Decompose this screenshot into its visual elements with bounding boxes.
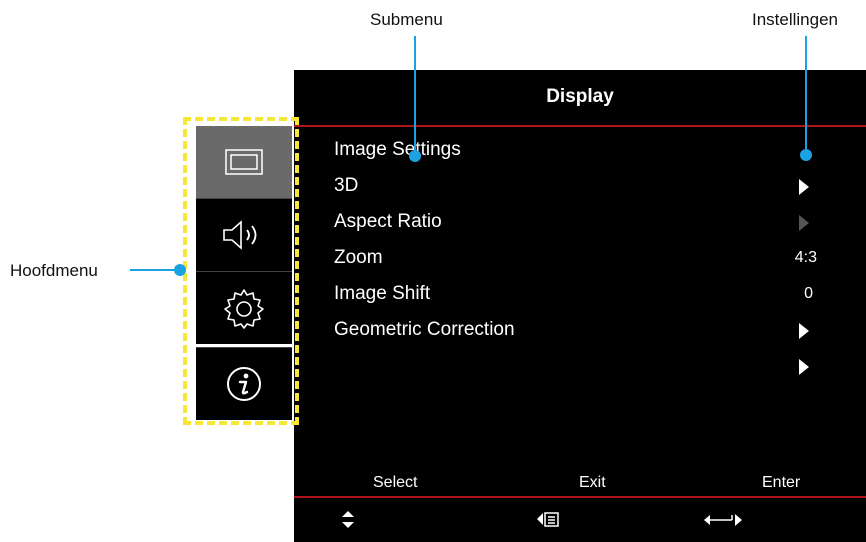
title-divider bbox=[294, 125, 866, 127]
menu-item-zoom[interactable]: Zoom 4:3 bbox=[334, 243, 859, 273]
submenu-arrow-icon bbox=[799, 179, 809, 195]
submenu-connector-dot bbox=[409, 150, 421, 162]
footer-select-label: Select bbox=[373, 474, 418, 491]
menu-item-empty bbox=[334, 351, 859, 381]
main-menu-highlight bbox=[183, 117, 299, 425]
menu-item-label: Image Shift bbox=[334, 283, 431, 304]
submenu-arrow-icon bbox=[799, 215, 809, 231]
menu-item-value: 0 bbox=[804, 285, 813, 302]
instellingen-callout-label: Instellingen bbox=[752, 10, 839, 29]
menu-item-label: Geometric Correction bbox=[334, 319, 515, 340]
footer-enter-label: Enter bbox=[762, 474, 801, 491]
footer-divider bbox=[294, 496, 866, 498]
osd-panel: Display Image Settings 3D Aspect Ratio Z… bbox=[294, 70, 866, 542]
menu-back-icon bbox=[537, 512, 559, 527]
instellingen-connector-line bbox=[805, 36, 807, 156]
osd-title: Display bbox=[546, 86, 614, 107]
instellingen-connector-dot bbox=[800, 149, 812, 161]
menu-item-geometric-correction[interactable]: Geometric Correction bbox=[334, 315, 859, 345]
submenu-arrow-icon bbox=[799, 323, 809, 339]
menu-item-image-shift[interactable]: Image Shift 0 bbox=[334, 279, 859, 309]
menu-item-label: Image Settings bbox=[334, 139, 461, 160]
menu-item-label: 3D bbox=[334, 175, 359, 196]
enter-arrow-icon bbox=[704, 514, 742, 526]
menu-item-aspect-ratio[interactable]: Aspect Ratio bbox=[334, 207, 859, 237]
submenu-callout-label: Submenu bbox=[370, 10, 443, 29]
menu-item-value: 4:3 bbox=[794, 249, 817, 266]
hoofdmenu-connector-line bbox=[130, 269, 180, 271]
footer-exit-label: Exit bbox=[579, 474, 606, 491]
hoofdmenu-connector-dot bbox=[174, 264, 186, 276]
menu-item-3d[interactable]: 3D bbox=[334, 171, 859, 201]
hoofdmenu-callout-label: Hoofdmenu bbox=[10, 261, 98, 280]
submenu-arrow-icon bbox=[799, 359, 809, 375]
submenu-connector-line bbox=[414, 36, 416, 157]
menu-item-label: Aspect Ratio bbox=[334, 211, 442, 232]
up-down-arrows-icon bbox=[342, 511, 354, 528]
menu-item-label: Zoom bbox=[334, 247, 383, 268]
